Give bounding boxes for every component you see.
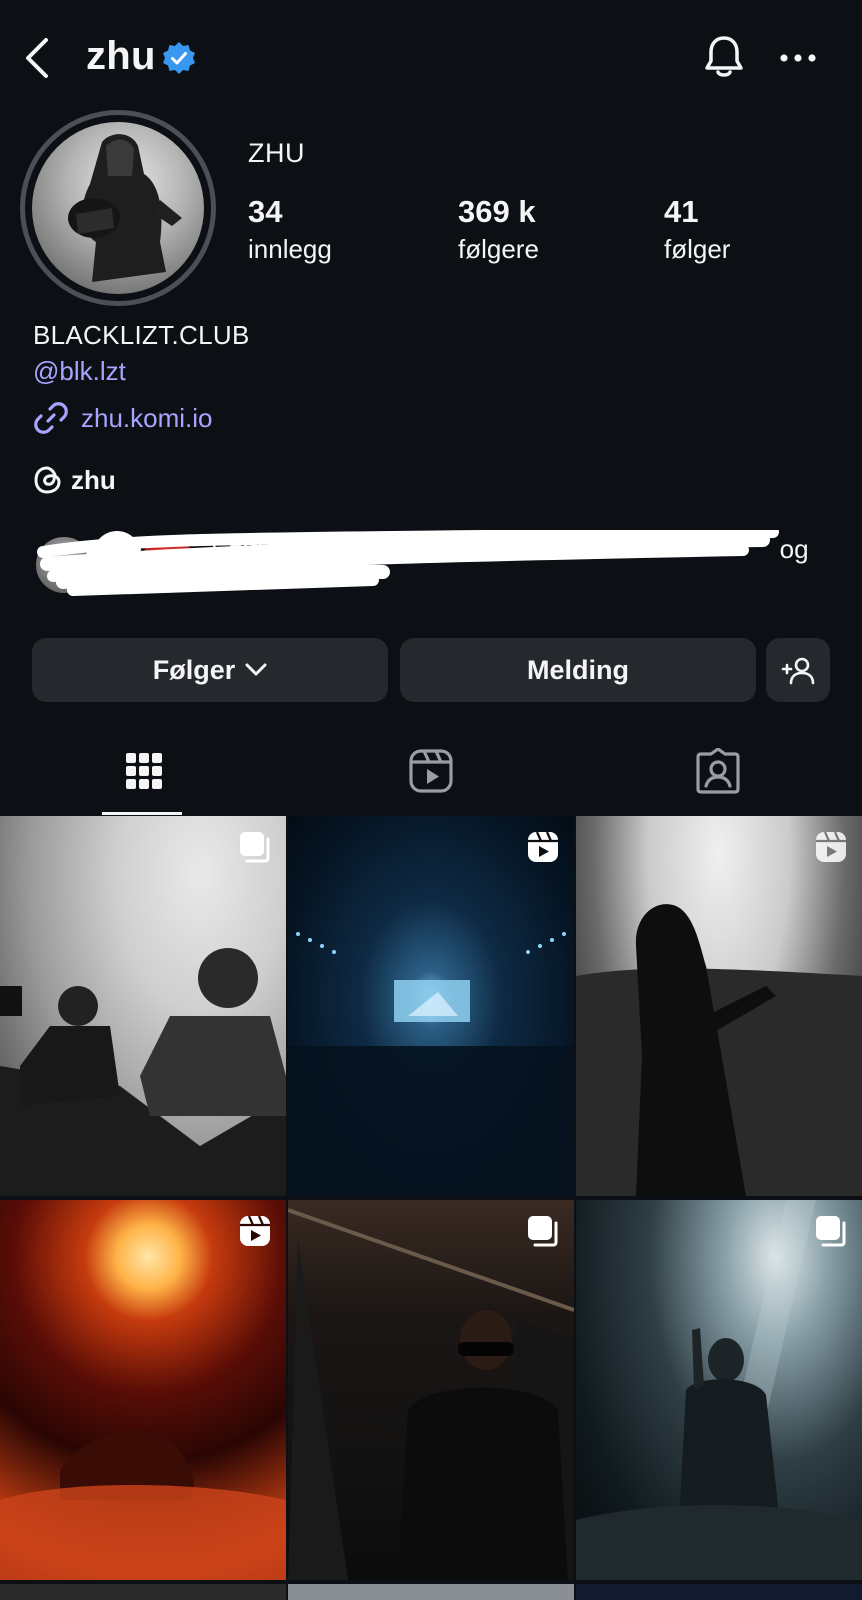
post-tile[interactable]	[576, 1200, 862, 1580]
stat-following-value: 41	[664, 194, 699, 229]
post-image	[576, 1200, 862, 1580]
stat-following-label: følger	[664, 234, 731, 264]
external-link-text: zhu.komi.io	[81, 402, 213, 433]
link-icon	[34, 402, 68, 434]
tab-reels[interactable]	[287, 726, 574, 816]
mutual-followers[interactable]: Følges av og	[33, 530, 813, 600]
post-tile[interactable]	[288, 816, 574, 1196]
post-grid	[0, 816, 862, 1600]
more-options-icon[interactable]	[778, 48, 818, 68]
carousel-icon	[528, 1216, 558, 1247]
post-image	[576, 904, 862, 1196]
suggested-users-button[interactable]	[766, 638, 830, 702]
profile-avatar[interactable]	[20, 110, 216, 306]
following-button[interactable]: Følger	[32, 638, 388, 702]
post-image	[0, 948, 286, 1196]
reel-icon	[240, 1215, 270, 1246]
reel-icon	[528, 831, 558, 862]
threads-link[interactable]: zhu	[33, 460, 116, 500]
threads-handle: zhu	[71, 464, 116, 495]
post-tile[interactable]	[288, 1584, 574, 1600]
active-tab-indicator	[102, 812, 182, 815]
reel-icon	[816, 831, 846, 862]
avatar-image	[32, 122, 204, 294]
stat-followers-label: følgere	[458, 234, 539, 264]
top-bar: zhu	[0, 0, 862, 112]
stat-posts[interactable]: 34 innlegg	[248, 194, 332, 265]
post-tile[interactable]	[0, 1584, 286, 1600]
verified-badge-icon	[162, 41, 196, 75]
back-button[interactable]	[22, 36, 58, 80]
external-link[interactable]: zhu.komi.io	[33, 398, 213, 438]
bio-text: BLACKLIZT.CLUB	[33, 320, 250, 350]
grid-icon	[125, 753, 162, 789]
post-tile[interactable]	[288, 1200, 574, 1580]
notifications-bell-icon[interactable]	[702, 34, 746, 80]
profile-page: zhu ZHU 34 innlegg 369 k følgere 41 følg…	[0, 0, 862, 1600]
stat-following[interactable]: 41 følger	[664, 194, 730, 265]
post-tile[interactable]	[0, 1200, 286, 1580]
carousel-icon	[816, 1216, 846, 1247]
profile-username: zhu	[86, 34, 156, 78]
message-button-label: Melding	[527, 654, 629, 685]
chevron-down-icon	[245, 663, 267, 676]
tagged-icon	[695, 748, 740, 794]
following-button-label: Følger	[152, 654, 236, 685]
reels-icon	[408, 749, 453, 793]
tab-tagged[interactable]	[574, 726, 861, 816]
post-tile[interactable]	[576, 1584, 862, 1600]
threads-icon	[34, 466, 61, 494]
post-image	[288, 932, 574, 1196]
profile-tabs	[0, 726, 862, 816]
message-button[interactable]: Melding	[400, 638, 756, 702]
carousel-icon	[240, 832, 270, 863]
redaction-scribble	[37, 530, 779, 596]
tab-posts[interactable]	[0, 726, 287, 816]
add-person-icon	[781, 657, 815, 685]
stat-followers-value: 369 k	[458, 194, 536, 229]
post-tile[interactable]	[0, 816, 286, 1196]
stat-posts-label: innlegg	[248, 234, 332, 264]
post-image	[0, 1430, 286, 1580]
stat-followers[interactable]: 369 k følgere	[458, 194, 539, 265]
chevron-left-icon	[26, 38, 48, 78]
stat-posts-value: 34	[248, 194, 283, 229]
post-image	[288, 1208, 574, 1580]
post-tile[interactable]	[576, 816, 862, 1196]
display-name: ZHU	[248, 138, 305, 168]
bio-mention-link[interactable]: @blk.lzt	[33, 356, 126, 387]
